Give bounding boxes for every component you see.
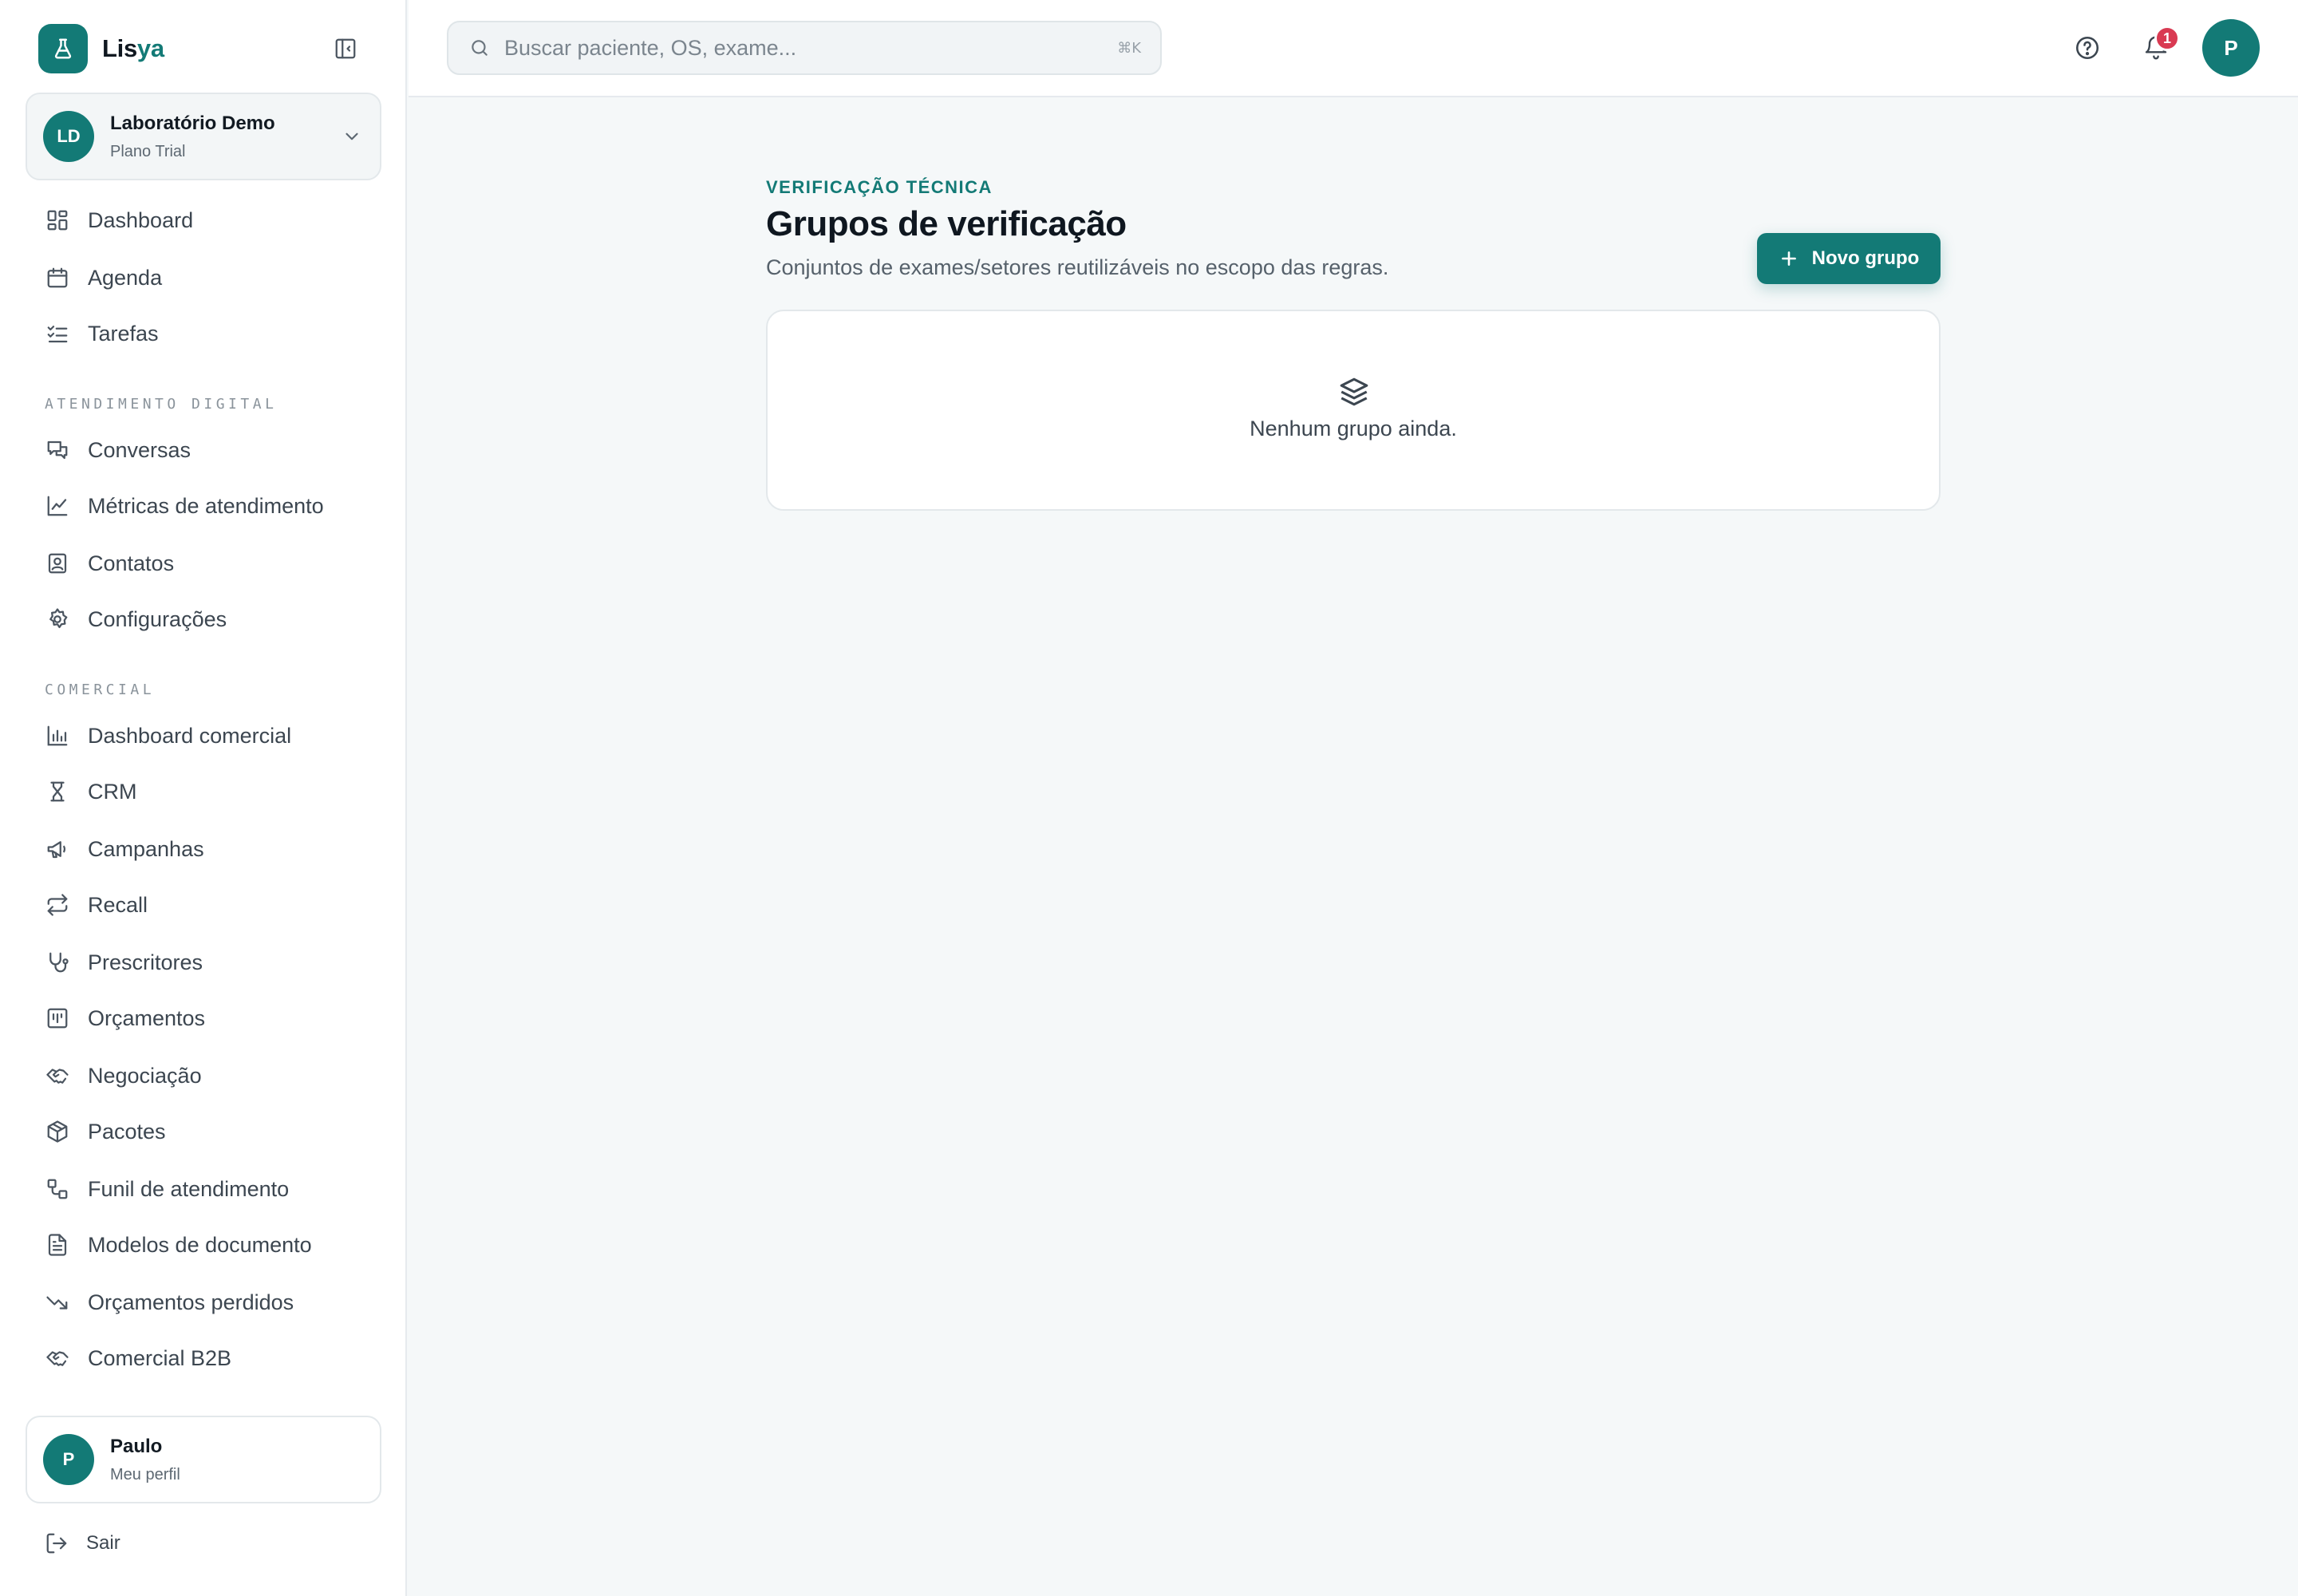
trending-down-icon bbox=[45, 1290, 70, 1315]
sidebar-item-recall[interactable]: Recall bbox=[26, 881, 381, 929]
sidebar-item-label: Funil de atendimento bbox=[88, 1176, 290, 1201]
sidebar-item-contatos[interactable]: Contatos bbox=[26, 539, 381, 587]
dashboard-icon bbox=[45, 207, 70, 233]
new-group-button[interactable]: Novo grupo bbox=[1757, 233, 1941, 284]
organization-plan: Plano Trial bbox=[110, 142, 186, 160]
top-bar: ⌘K bbox=[409, 0, 2298, 97]
megaphone-icon bbox=[45, 836, 70, 862]
sidebar-item-label: Campanhas bbox=[88, 836, 204, 861]
sidebar-item-label: Comercial B2B bbox=[88, 1345, 232, 1370]
sidebar-item-orcamentos-perdidos[interactable]: Orçamentos perdidos bbox=[26, 1278, 381, 1326]
sidebar-item-tarefas[interactable]: Tarefas bbox=[26, 310, 381, 358]
sidebar-item-conversas[interactable]: Conversas bbox=[26, 426, 381, 474]
logout-button[interactable]: Sair bbox=[26, 1521, 381, 1566]
sidebar-item-label: Conversas bbox=[88, 437, 192, 462]
sidebar-item-dashboard[interactable]: Dashboard bbox=[26, 196, 381, 244]
package-icon bbox=[45, 1119, 70, 1144]
sidebar-item-campanhas[interactable]: Campanhas bbox=[26, 825, 381, 873]
sidebar-item-label: Dashboard comercial bbox=[88, 723, 292, 748]
repeat-icon bbox=[45, 892, 70, 918]
logout-label: Sair bbox=[86, 1532, 120, 1554]
sidebar-item-label: Recall bbox=[88, 892, 148, 917]
section-title-atendimento: ATENDIMENTO DIGITAL bbox=[45, 396, 278, 413]
sidebar-item-label: Orçamentos perdidos bbox=[88, 1290, 294, 1314]
layers-icon bbox=[1337, 375, 1371, 413]
section-title-comercial: COMERCIAL bbox=[45, 681, 156, 698]
page-eyebrow: VERIFICAÇÃO TÉCNICA bbox=[766, 177, 993, 197]
budget-icon bbox=[45, 1005, 70, 1031]
notification-badge: 1 bbox=[2154, 26, 2180, 51]
help-button[interactable] bbox=[2065, 26, 2110, 70]
chat-icon bbox=[45, 437, 70, 463]
empty-state-message: Nenhum grupo ainda. bbox=[1250, 417, 1457, 440]
handshake-icon bbox=[45, 1063, 70, 1088]
chevron-down-icon bbox=[342, 126, 362, 151]
sidebar-item-label: Negociação bbox=[88, 1063, 202, 1088]
sidebar-item-prescritores[interactable]: Prescritores bbox=[26, 938, 381, 986]
sidebar-item-label: Dashboard bbox=[88, 207, 194, 232]
calendar-icon bbox=[45, 265, 70, 290]
profile-subtitle: Meu perfil bbox=[110, 1465, 180, 1483]
logout-icon bbox=[45, 1531, 69, 1555]
sidebar-item-label: Configurações bbox=[88, 606, 227, 631]
sidebar-item-label: Métricas de atendimento bbox=[88, 493, 324, 518]
new-group-label: Novo grupo bbox=[1811, 247, 1920, 269]
checklist-icon bbox=[45, 321, 70, 346]
sidebar-item-funil[interactable]: Funil de atendimento bbox=[26, 1165, 381, 1213]
sidebar-item-metricas[interactable]: Métricas de atendimento bbox=[26, 482, 381, 530]
sidebar: Lisya LD Laboratório Demo Plano Trial Da… bbox=[0, 0, 407, 1596]
sidebar-item-label: CRM bbox=[88, 779, 137, 804]
sidebar-item-negociacao[interactable]: Negociação bbox=[26, 1052, 381, 1100]
line-chart-icon bbox=[45, 493, 70, 519]
sidebar-item-label: Contatos bbox=[88, 551, 175, 575]
collapse-sidebar-button[interactable] bbox=[332, 35, 359, 62]
funnel-icon bbox=[45, 1176, 70, 1202]
sidebar-item-configuracoes[interactable]: Configurações bbox=[26, 595, 381, 643]
sidebar-item-dashboard-comercial[interactable]: Dashboard comercial bbox=[26, 712, 381, 760]
sidebar-item-orcamentos[interactable]: Orçamentos bbox=[26, 994, 381, 1042]
page-subtitle: Conjuntos de exames/setores reutilizávei… bbox=[766, 255, 1389, 279]
sidebar-item-modelos-documento[interactable]: Modelos de documento bbox=[26, 1221, 381, 1269]
groups-empty-state: Nenhum grupo ainda. bbox=[766, 310, 1941, 511]
sidebar-item-label: Modelos de documento bbox=[88, 1232, 312, 1257]
bar-chart-icon bbox=[45, 723, 70, 749]
sidebar-item-label: Orçamentos bbox=[88, 1005, 206, 1030]
profile-name: Paulo bbox=[110, 1435, 163, 1457]
user-avatar[interactable]: P bbox=[2202, 19, 2260, 77]
sidebar-item-label: Pacotes bbox=[88, 1119, 166, 1144]
stethoscope-icon bbox=[45, 950, 70, 975]
organization-switcher[interactable]: LD Laboratório Demo Plano Trial bbox=[26, 93, 381, 180]
flask-icon bbox=[38, 24, 88, 73]
profile-card[interactable]: P Paulo Meu perfil bbox=[26, 1416, 381, 1503]
search-icon bbox=[469, 38, 490, 58]
handshake-icon bbox=[45, 1345, 70, 1371]
contact-icon bbox=[45, 551, 70, 576]
document-icon bbox=[45, 1232, 70, 1258]
help-icon bbox=[2075, 36, 2099, 60]
sidebar-item-label: Agenda bbox=[88, 265, 163, 290]
page-title: Grupos de verificação bbox=[766, 204, 1127, 243]
search-input[interactable] bbox=[504, 35, 1111, 61]
search-box[interactable]: ⌘K bbox=[447, 21, 1162, 75]
avatar: P bbox=[43, 1434, 94, 1485]
search-shortcut: ⌘K bbox=[1117, 40, 1141, 57]
gear-icon bbox=[45, 606, 70, 632]
organization-avatar: LD bbox=[43, 111, 94, 162]
crm-icon bbox=[45, 779, 70, 804]
sidebar-item-label: Tarefas bbox=[88, 321, 159, 346]
brand[interactable]: Lisya bbox=[38, 24, 164, 73]
panel-left-icon bbox=[335, 38, 356, 59]
sidebar-item-agenda[interactable]: Agenda bbox=[26, 254, 381, 302]
brand-name: Lisya bbox=[102, 34, 164, 62]
sidebar-item-label: Prescritores bbox=[88, 950, 203, 974]
plus-icon bbox=[1779, 248, 1799, 269]
sidebar-item-pacotes[interactable]: Pacotes bbox=[26, 1108, 381, 1156]
organization-name: Laboratório Demo bbox=[110, 112, 275, 134]
sidebar-item-crm[interactable]: CRM bbox=[26, 768, 381, 816]
sidebar-item-comercial-b2b[interactable]: Comercial B2B bbox=[26, 1334, 381, 1382]
